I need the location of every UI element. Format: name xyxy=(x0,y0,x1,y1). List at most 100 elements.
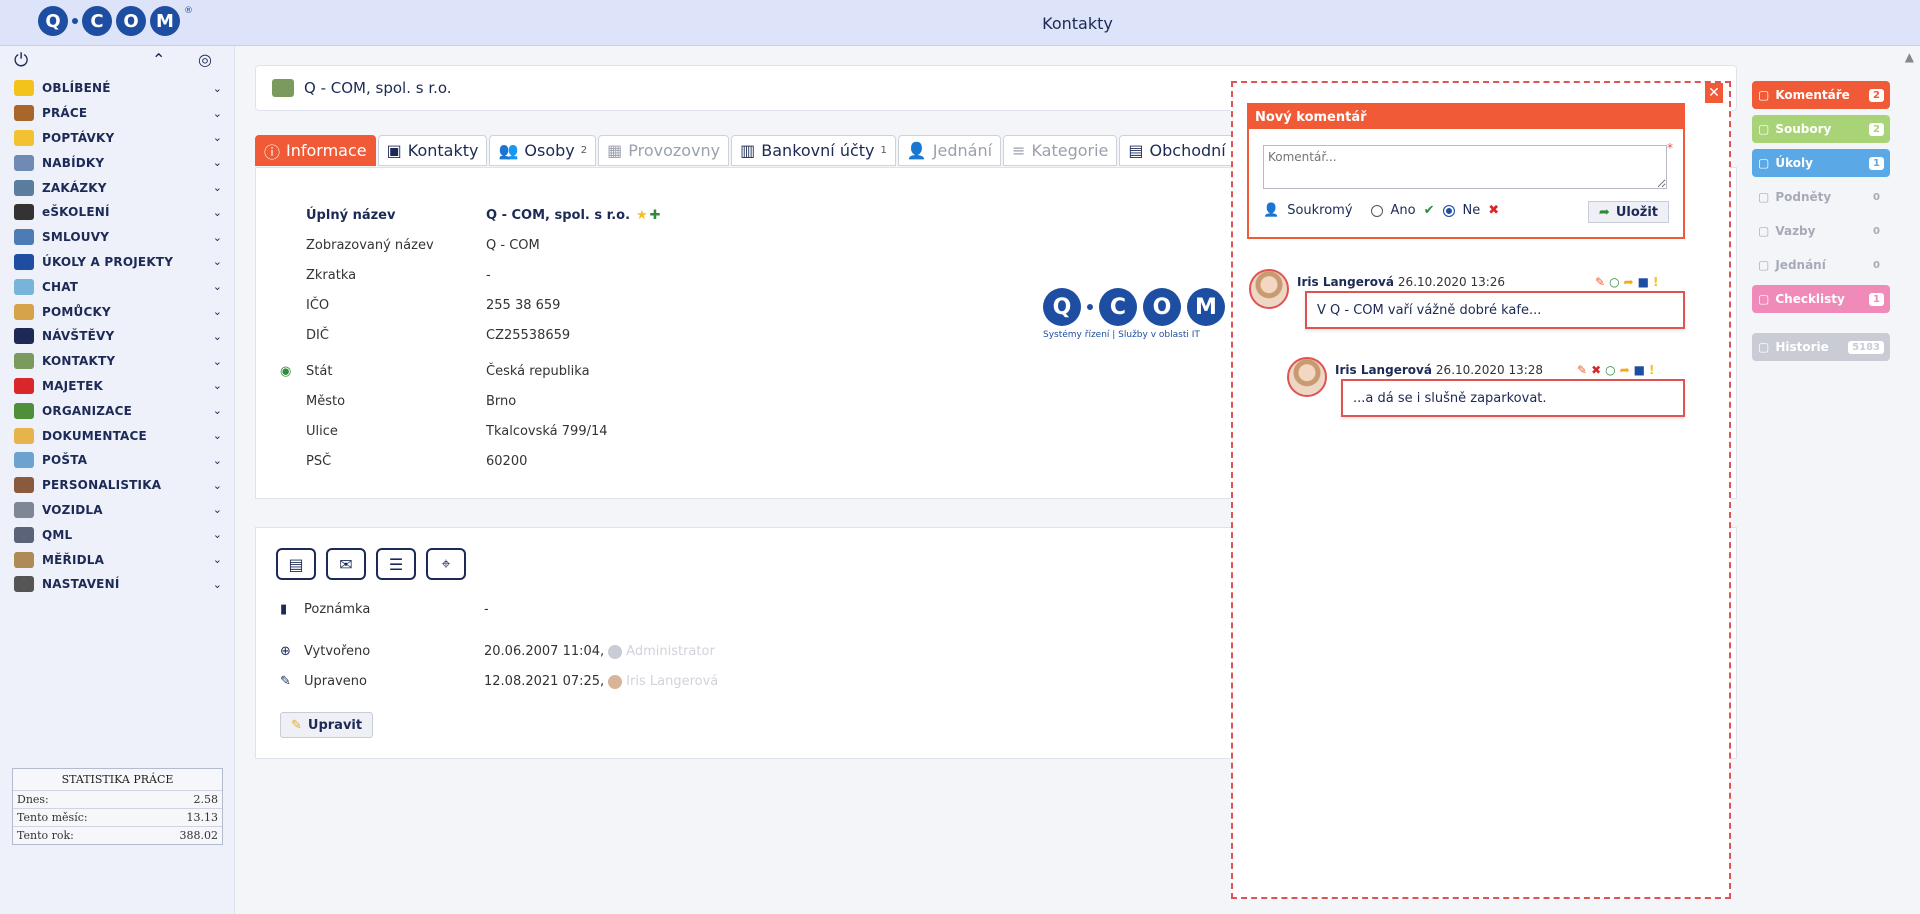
eye-icon[interactable]: ◉ xyxy=(280,364,291,379)
logo-letter: O xyxy=(116,6,146,36)
link-icon[interactable]: ✚ xyxy=(650,208,661,223)
sidebar-item-label: DOKUMENTACE xyxy=(42,428,147,443)
chevron-down-icon[interactable]: ⌄ xyxy=(213,429,222,442)
chevron-down-icon[interactable]: ⌄ xyxy=(213,305,222,318)
right-rail-button[interactable]: ▢ Komentáře 2 xyxy=(1752,81,1890,109)
info-label: Ulice xyxy=(306,424,338,439)
lock-icon[interactable]: ■ xyxy=(1634,363,1645,377)
sidebar-item[interactable]: ZAKÁZKY ⌄ xyxy=(0,175,234,200)
meta-user[interactable]: Iris Langerová xyxy=(626,674,718,689)
chevron-down-icon[interactable]: ⌄ xyxy=(213,578,222,591)
meta-user[interactable]: Administrator xyxy=(626,644,715,659)
chevron-down-icon[interactable]: ⌄ xyxy=(213,255,222,268)
forward-icon[interactable]: ➦ xyxy=(1624,275,1634,289)
chevron-down-icon[interactable]: ⌄ xyxy=(213,528,222,541)
business-card-icon[interactable]: ▤ xyxy=(276,548,316,580)
sidebar-item-label: PERSONALISTIKA xyxy=(42,478,162,493)
tab[interactable]: 👤 Jednání xyxy=(897,135,1002,166)
chevron-down-icon[interactable]: ⌄ xyxy=(213,280,222,293)
sidebar-item[interactable]: PERSONALISTIKA ⌄ xyxy=(0,473,234,498)
sidebar-item[interactable]: VOZIDLA ⌄ xyxy=(0,498,234,523)
sidebar-item-label: SMLOUVY xyxy=(42,230,110,245)
chevron-down-icon[interactable]: ⌄ xyxy=(213,553,222,566)
qcom-logo[interactable]: Q C O M ® xyxy=(38,6,193,36)
chevron-down-icon[interactable]: ⌄ xyxy=(213,503,222,516)
chevron-down-icon[interactable]: ⌄ xyxy=(213,82,222,95)
sidebar-item[interactable]: QML ⌄ xyxy=(0,522,234,547)
sidebar-item[interactable]: eŠKOLENÍ ⌄ xyxy=(0,200,234,225)
collapse-all-icon[interactable]: ⌃ xyxy=(152,50,165,69)
chevron-down-icon[interactable]: ⌄ xyxy=(213,107,222,120)
chevron-down-icon[interactable]: ⌄ xyxy=(213,206,222,219)
comment-header: Iris Langerová 26.10.2020 13:28 xyxy=(1335,363,1543,377)
chevron-down-icon[interactable]: ⌄ xyxy=(213,379,222,392)
important-icon[interactable]: ! xyxy=(1653,275,1658,289)
power-icon[interactable]: ⏻ xyxy=(14,50,28,71)
sidebar-item[interactable]: POPTÁVKY ⌄ xyxy=(0,126,234,151)
right-rail-button[interactable]: ▢ Jednání 0 xyxy=(1752,251,1890,279)
sidebar-item[interactable]: PRÁCE ⌄ xyxy=(0,101,234,126)
map-icon[interactable]: ⌖ xyxy=(426,548,466,580)
reply-icon[interactable]: ○ xyxy=(1605,363,1615,377)
chevron-down-icon[interactable]: ⌄ xyxy=(213,181,222,194)
comment-author: Iris Langerová xyxy=(1297,275,1394,289)
envelope-icon[interactable]: ✉ xyxy=(326,548,366,580)
chevron-down-icon[interactable]: ⌄ xyxy=(213,479,222,492)
sidebar-item[interactable]: SMLOUVY ⌄ xyxy=(0,225,234,250)
right-rail-button[interactable]: ▢ Úkoly 1 xyxy=(1752,149,1890,177)
chevron-down-icon[interactable]: ⌄ xyxy=(213,131,222,144)
right-rail-button[interactable]: ▢ Vazby 0 xyxy=(1752,217,1890,245)
scroll-up-icon[interactable]: ▲ xyxy=(1905,50,1914,64)
chevron-down-icon[interactable]: ⌄ xyxy=(213,156,222,169)
chevron-down-icon[interactable]: ⌄ xyxy=(213,404,222,417)
forward-icon[interactable]: ➦ xyxy=(1620,363,1630,377)
delete-icon[interactable]: ✖ xyxy=(1591,363,1601,377)
right-rail-button[interactable]: ▢ Podněty 0 xyxy=(1752,183,1890,211)
sidebar-item[interactable]: MAJETEK ⌄ xyxy=(0,374,234,399)
edit-icon[interactable]: ✎ xyxy=(1577,363,1587,377)
chevron-down-icon[interactable]: ⌄ xyxy=(213,231,222,244)
save-button[interactable]: ➦ Uložit xyxy=(1587,201,1669,223)
tab[interactable]: ≡ Kategorie xyxy=(1003,135,1118,166)
sidebar-item-label: VOZIDLA xyxy=(42,502,103,517)
close-icon[interactable]: ✕ xyxy=(1705,83,1723,103)
right-rail-button[interactable]: ▢ Historie 5183 xyxy=(1752,333,1890,361)
tab[interactable]: ⓘ Informace xyxy=(255,135,376,166)
reply-icon[interactable]: ○ xyxy=(1609,275,1619,289)
sidebar-item[interactable]: ORGANIZACE ⌄ xyxy=(0,398,234,423)
chevron-down-icon[interactable]: ⌄ xyxy=(213,454,222,467)
sidebar-item[interactable]: NABÍDKY ⌄ xyxy=(0,150,234,175)
important-icon[interactable]: ! xyxy=(1649,363,1654,377)
radio-yes[interactable] xyxy=(1370,204,1383,217)
sidebar-item[interactable]: ÚKOLY A PROJEKTY ⌄ xyxy=(0,250,234,275)
sidebar-item[interactable]: MĚŘIDLA ⌄ xyxy=(0,547,234,572)
rail-label: Checklisty xyxy=(1775,292,1845,306)
edit-icon[interactable]: ✎ xyxy=(1595,275,1605,289)
sidebar-item[interactable]: NÁVŠTĚVY ⌄ xyxy=(0,324,234,349)
right-rail-button[interactable]: ▢ Checklisty 1 xyxy=(1752,285,1890,313)
right-rail-button[interactable]: ▢ Soubory 2 xyxy=(1752,115,1890,143)
tab[interactable]: ▣ Kontakty xyxy=(377,135,488,166)
radio-no[interactable] xyxy=(1442,204,1455,217)
sidebar-item[interactable]: POMŮCKY ⌄ xyxy=(0,299,234,324)
sidebar-item[interactable]: DOKUMENTACE ⌄ xyxy=(0,423,234,448)
sidebar-item[interactable]: CHAT ⌄ xyxy=(0,274,234,299)
logo-tagline: Systémy řízení | Služby v oblasti IT xyxy=(1043,330,1200,340)
chevron-down-icon[interactable]: ⌄ xyxy=(213,355,222,368)
tab[interactable]: ▦ Provozovny xyxy=(598,135,730,166)
chevron-down-icon[interactable]: ⌄ xyxy=(213,330,222,343)
hide-icon[interactable]: ◎ xyxy=(198,50,212,69)
comment-input[interactable] xyxy=(1263,145,1667,189)
lock-icon[interactable]: ■ xyxy=(1638,275,1649,289)
tab[interactable]: 👥 Osoby 2 xyxy=(489,135,597,166)
sidebar-item-label: ZAKÁZKY xyxy=(42,180,107,195)
sidebar-item[interactable]: OBLÍBENÉ ⌄ xyxy=(0,76,234,101)
sidebar-item[interactable]: KONTAKTY ⌄ xyxy=(0,349,234,374)
edit-button[interactable]: ✎ Upravit xyxy=(280,712,374,738)
sidebar-item[interactable]: POŠTA ⌄ xyxy=(0,448,234,473)
database-icon[interactable]: ☰ xyxy=(376,548,416,580)
info-label: Zobrazovaný název xyxy=(306,238,434,253)
sidebar-item[interactable]: NASTAVENÍ ⌄ xyxy=(0,572,234,597)
tab[interactable]: ▥ Bankovní účty 1 xyxy=(731,135,896,166)
favorite-star-icon[interactable]: ★ xyxy=(636,208,648,223)
